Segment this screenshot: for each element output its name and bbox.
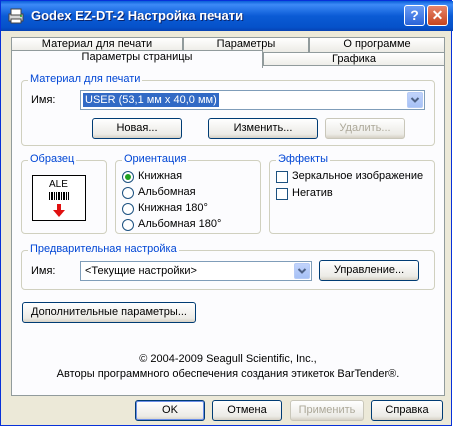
media-dropdown-arrow[interactable] [407, 92, 423, 108]
radio-selected-dot [125, 174, 131, 180]
orientation-landscape-radio[interactable] [122, 187, 134, 199]
orientation-landscape-label[interactable]: Альбомная [138, 186, 196, 198]
orientation-portrait-label[interactable]: Книжная [138, 170, 182, 182]
orientation-group: Ориентация Книжная Альбомная Книжная 180… [115, 153, 261, 234]
effects-group-title: Эффекты [276, 153, 331, 165]
tab-panel-page-setup: Материал для печати Имя: USER (53,1 мм х… [11, 65, 445, 396]
help-button[interactable]: Справка [371, 400, 443, 421]
close-button[interactable]: ✕ [427, 5, 448, 26]
orientation-landscape-180-radio[interactable] [122, 219, 134, 231]
preset-dropdown-arrow[interactable] [294, 263, 310, 279]
cancel-button[interactable]: Отмена [212, 400, 282, 421]
tab-page-setup[interactable]: Параметры страницы [11, 50, 263, 68]
ok-button[interactable]: OK [135, 400, 205, 421]
copyright-line-1: © 2004-2009 Seagull Scientific, Inc., [139, 353, 317, 365]
preset-select[interactable]: <Текущие настройки> [80, 261, 312, 281]
orientation-portrait-180-label[interactable]: Книжная 180° [138, 202, 208, 214]
negative-label[interactable]: Негатив [292, 187, 333, 199]
media-name-value: USER (53,1 мм х 40,0 мм) [83, 93, 219, 107]
help-title-button[interactable]: ? [404, 5, 425, 26]
copyright-line-2: Авторы программного обеспечения создания… [56, 368, 400, 380]
advanced-options-button[interactable]: Дополнительные параметры... [22, 302, 196, 323]
mirror-checkbox[interactable] [276, 171, 288, 183]
window-title: Godex EZ-DT-2 Настройка печати [31, 8, 244, 23]
apply-button: Применить [290, 400, 364, 421]
orientation-portrait-radio[interactable] [122, 171, 134, 183]
media-group: Материал для печати Имя: USER (53,1 мм х… [21, 73, 435, 146]
new-media-button[interactable]: Новая... [92, 118, 182, 139]
sample-group: Образец ALE [21, 153, 107, 234]
orientation-group-title: Ориентация [122, 153, 189, 165]
preset-group: Предварительная настройка Имя: <Текущие … [21, 243, 435, 290]
sample-group-title: Образец [28, 153, 77, 165]
manage-presets-button[interactable]: Управление... [319, 260, 419, 281]
dialog-window: Godex EZ-DT-2 Настройка печати ? ✕ Матер… [0, 0, 453, 426]
preview-label-text: ALE [49, 179, 68, 190]
chevron-down-icon [410, 97, 420, 103]
edit-media-button[interactable]: Изменить... [208, 118, 318, 139]
tab-about[interactable]: О программе [309, 37, 445, 52]
effects-group: Эффекты Зеркальное изображение Негатив [269, 153, 435, 234]
barcode-icon [49, 192, 69, 200]
negative-checkbox[interactable] [276, 188, 288, 200]
printer-app-icon [8, 8, 24, 24]
chevron-down-icon [297, 268, 307, 274]
mirror-label[interactable]: Зеркальное изображение [292, 170, 423, 182]
delete-media-button: Удалить... [325, 118, 405, 139]
media-group-title: Материал для печати [28, 73, 143, 85]
preset-name-label: Имя: [31, 265, 56, 277]
orientation-landscape-180-label[interactable]: Альбомная 180° [138, 218, 221, 230]
label-preview: ALE [32, 175, 86, 221]
preset-value: <Текущие настройки> [85, 265, 197, 277]
media-name-label: Имя: [31, 94, 56, 106]
title-bar[interactable]: Godex EZ-DT-2 Настройка печати ? ✕ [1, 1, 453, 31]
feed-arrow-down-icon [53, 204, 65, 217]
media-name-select[interactable]: USER (53,1 мм х 40,0 мм) [80, 90, 425, 110]
preset-group-title: Предварительная настройка [28, 243, 179, 255]
orientation-portrait-180-radio[interactable] [122, 203, 134, 215]
